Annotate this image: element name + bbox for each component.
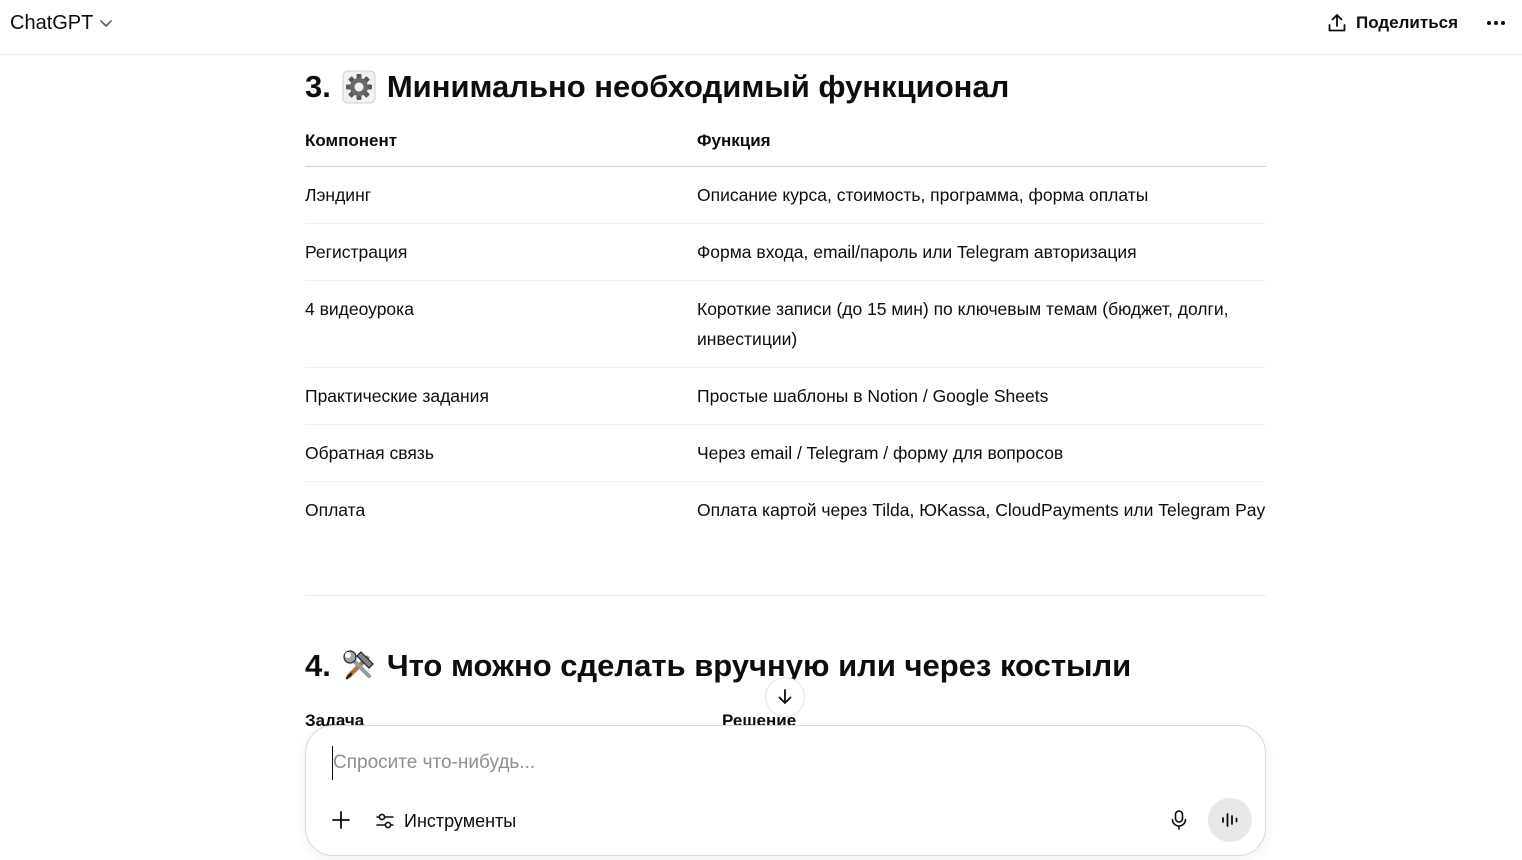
- share-button[interactable]: Поделиться: [1326, 10, 1458, 36]
- section-4-heading: 4. Что можно сделать вручную или через к…: [305, 648, 1131, 684]
- table-row: Обратная связь Через email / Telegram / …: [305, 425, 1266, 482]
- section-3-heading: 3. Минимально необходимый функционал: [305, 69, 1009, 105]
- plus-icon: [332, 811, 350, 829]
- table-cell: Обратная связь: [305, 443, 434, 463]
- arrow-down-icon: [778, 689, 792, 704]
- prompt-input[interactable]: [332, 746, 1232, 780]
- table-header-row: Компонент Функция: [305, 115, 1266, 167]
- add-attachment-button[interactable]: [326, 805, 356, 835]
- share-label: Поделиться: [1356, 13, 1459, 32]
- table-row: 4 видеоурока Короткие записи (до 15 мин)…: [305, 281, 1266, 368]
- table-cell: Оплата: [305, 500, 366, 520]
- dictation-button[interactable]: [1164, 805, 1194, 835]
- gear-icon: [342, 70, 376, 104]
- message-composer: Инструменты: [305, 725, 1266, 856]
- section-title: Минимально необходимый функционал: [386, 69, 1010, 104]
- microphone-icon: [1171, 810, 1187, 830]
- table-cell: Короткие записи (до 15 мин) по ключевым …: [697, 299, 1229, 349]
- table-cell: Через email / Telegram / форму для вопро…: [697, 443, 1064, 463]
- app-title: ChatGPT: [10, 11, 94, 34]
- table-row: Лэндинг Описание курса, стоимость, прогр…: [305, 167, 1266, 224]
- section-divider: [305, 595, 1266, 596]
- tools-label: Инструменты: [404, 810, 517, 831]
- top-bar: ChatGPT Поделиться: [0, 0, 1522, 55]
- voice-waveform-icon: [1222, 813, 1238, 827]
- table-cell: Форма входа, email/пароль или Telegram а…: [697, 242, 1137, 262]
- voice-mode-button[interactable]: [1208, 798, 1252, 842]
- table-cell: 4 видеоурока: [305, 299, 414, 319]
- features-table: Компонент Функция Лэндинг Описание курса…: [305, 115, 1266, 538]
- table-cell: Регистрация: [305, 242, 408, 262]
- chevron-down-icon: [100, 20, 113, 27]
- share-icon: [1328, 14, 1346, 32]
- ellipsis-icon: [1487, 21, 1505, 25]
- table-cell: Лэндинг: [305, 185, 372, 205]
- section-title: Что можно сделать вручную или через кост…: [386, 648, 1132, 683]
- table-cell: Оплата картой через Tilda, ЮKassa, Cloud…: [697, 500, 1266, 520]
- table-cell: Практические задания: [305, 386, 489, 406]
- more-options-button[interactable]: [1482, 10, 1510, 36]
- scroll-to-bottom-button[interactable]: [765, 677, 805, 717]
- table-row: Оплата Оплата картой через Tilda, ЮKassa…: [305, 482, 1266, 538]
- table-row: Регистрация Форма входа, email/пароль ил…: [305, 224, 1266, 281]
- model-selector[interactable]: ChatGPT: [10, 10, 113, 36]
- section-number: 4.: [305, 648, 331, 683]
- table-row: Практические задания Простые шаблоны в N…: [305, 368, 1266, 425]
- column-header: Компонент: [305, 130, 398, 150]
- hammer-and-wrench-icon: [343, 650, 374, 680]
- table-cell: Простые шаблоны в Notion / Google Sheets: [697, 386, 1049, 406]
- column-header: Функция: [697, 130, 771, 150]
- table-cell: Описание курса, стоимость, программа, фо…: [697, 185, 1149, 205]
- section-number: 3.: [305, 69, 331, 104]
- sliders-icon: [376, 813, 394, 829]
- tools-button[interactable]: Инструменты: [374, 806, 516, 836]
